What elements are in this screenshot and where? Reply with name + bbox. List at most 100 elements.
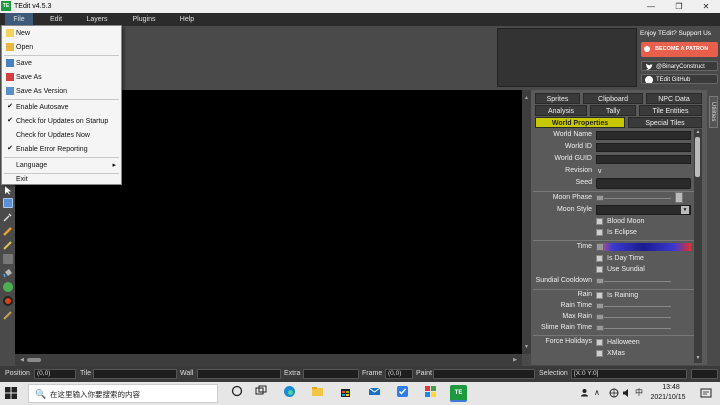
minimap-preview[interactable] — [497, 28, 637, 87]
rain-time-slider[interactable] — [596, 302, 671, 310]
world-name-field[interactable] — [596, 131, 691, 140]
taskbar-search-box[interactable]: 🔍 在这里输入你要搜索的内容 — [28, 384, 218, 403]
tab-npc-data[interactable]: NPC Data — [646, 93, 702, 104]
seed-field[interactable] — [596, 178, 691, 189]
menu-item-enable-autosave[interactable]: ✔ Enable Autosave — [2, 101, 121, 114]
scroll-down-icon[interactable]: ▼ — [523, 343, 530, 351]
moon-phase-stepper[interactable] — [675, 192, 683, 203]
arrow-tool-icon[interactable] — [3, 185, 13, 195]
tab-sprites[interactable]: Sprites — [535, 93, 580, 104]
menu-item-new[interactable]: New — [2, 27, 121, 40]
checkmark-icon: ✔ — [7, 117, 13, 124]
github-label: TEdit GitHub — [656, 77, 691, 83]
tab-tile-entities[interactable]: Tile Entities — [639, 105, 702, 116]
app-check-icon[interactable] — [394, 385, 411, 402]
store-icon[interactable] — [337, 385, 354, 402]
canvas-horizontal-scrollbar[interactable]: ◀ ▶ — [15, 354, 522, 366]
window-title: TEdit v4.5.3 — [14, 3, 52, 10]
menu-item-check-updates-now[interactable]: Check for Updates Now — [2, 129, 121, 142]
revision-label: Revision — [565, 167, 592, 174]
moon-phase-slider[interactable] — [596, 194, 671, 202]
file-explorer-icon[interactable] — [309, 385, 326, 402]
open-folder-icon — [6, 43, 14, 51]
menu-help[interactable]: Help — [176, 13, 198, 26]
tab-special-tiles[interactable]: Special Tiles — [628, 117, 702, 128]
menu-item-open[interactable]: Open — [2, 41, 121, 54]
slime-rain-time-slider[interactable] — [596, 324, 671, 332]
scroll-left-icon[interactable]: ◀ — [18, 356, 26, 364]
world-guid-field[interactable] — [596, 155, 691, 164]
scroll-right-icon[interactable]: ▶ — [511, 356, 519, 364]
tray-chevron-icon[interactable]: ∧ — [594, 388, 600, 398]
tab-clipboard[interactable]: Clipboard — [583, 93, 643, 104]
bucket-tool-icon[interactable] — [3, 268, 13, 278]
network-icon[interactable] — [609, 388, 619, 401]
tile-value — [93, 369, 177, 379]
use-sundial-checkbox[interactable]: Use Sundial — [596, 265, 645, 274]
halloween-checkbox[interactable]: Halloween — [596, 338, 640, 347]
menu-item-language[interactable]: Language ▸ — [2, 159, 121, 172]
xmas-checkbox[interactable]: XMas — [596, 349, 625, 358]
chevron-down-icon: ▼ — [681, 206, 689, 214]
blood-moon-checkbox[interactable]: Blood Moon — [596, 217, 644, 226]
is-day-time-checkbox[interactable]: Is Day Time — [596, 254, 644, 263]
force-holidays-label: Force Holidays — [545, 338, 592, 345]
moon-style-select[interactable]: ▼ — [596, 205, 691, 215]
github-button[interactable]: TEdit GitHub — [641, 74, 718, 84]
selection-tool-icon[interactable] — [3, 198, 13, 208]
properties-scroll-thumb[interactable] — [695, 137, 700, 177]
canvas-vertical-scrollbar[interactable]: ▲ ▼ — [522, 90, 531, 354]
speaker-icon[interactable] — [622, 388, 632, 401]
time-slider[interactable] — [596, 243, 691, 251]
color-app-icon[interactable] — [422, 385, 439, 402]
search-icon: 🔍 — [35, 389, 47, 399]
become-patron-button[interactable]: BECOME A PATRON — [641, 42, 718, 57]
menu-separator — [4, 157, 119, 158]
is-raining-checkbox[interactable]: Is Raining — [596, 291, 638, 300]
horizontal-scroll-thumb[interactable] — [27, 358, 41, 362]
task-view-icon[interactable] — [252, 385, 269, 402]
properties-scrollbar[interactable]: ▲ ▼ — [694, 129, 702, 363]
world-id-field[interactable] — [596, 143, 691, 152]
morph-tool-icon[interactable] — [3, 282, 13, 292]
menu-item-exit[interactable]: Exit — [2, 173, 121, 186]
tedit-app-icon: TE — [1, 1, 11, 11]
picker-tool-icon[interactable] — [3, 212, 13, 222]
eraser-tool-icon[interactable] — [3, 310, 13, 320]
minimize-button[interactable]: — — [637, 0, 665, 13]
scroll-up-icon[interactable]: ▲ — [523, 94, 530, 102]
menu-item-save-as[interactable]: Save As — [2, 71, 121, 84]
is-eclipse-checkbox[interactable]: Is Eclipse — [596, 228, 637, 237]
restore-button[interactable]: ❐ — [665, 0, 693, 13]
tedit-taskbar-icon[interactable]: TE — [450, 385, 467, 402]
menu-item-save[interactable]: Save — [2, 57, 121, 70]
menu-item-save-as-version[interactable]: Save As Version — [2, 85, 121, 98]
tab-world-properties[interactable]: World Properties — [535, 117, 625, 128]
cortana-icon[interactable] — [228, 385, 245, 402]
clock-time[interactable]: 13:48 — [648, 384, 694, 391]
time-slider-thumb[interactable] — [596, 243, 604, 251]
tab-analysis[interactable]: Analysis — [535, 105, 587, 116]
menu-item-check-updates-startup[interactable]: ✔ Check for Updates on Startup — [2, 115, 121, 128]
user-icon[interactable] — [580, 388, 589, 400]
twitter-button[interactable]: @BinaryConstruct — [641, 61, 718, 71]
mail-icon[interactable] — [366, 385, 383, 402]
clock-date[interactable]: 2021/10/15 — [640, 394, 696, 401]
point-tool-icon[interactable] — [3, 296, 13, 306]
tab-tally[interactable]: Tally — [590, 105, 636, 116]
scroll-down-icon[interactable]: ▼ — [694, 355, 702, 362]
menu-item-enable-error-reporting[interactable]: ✔ Enable Error Reporting — [2, 143, 121, 156]
edge-browser-icon[interactable] — [281, 385, 298, 402]
sundial-cooldown-slider[interactable] — [596, 277, 671, 285]
brush-tool-icon[interactable] — [3, 240, 13, 250]
close-button[interactable]: ✕ — [692, 0, 720, 13]
utilities-tab[interactable]: Utilities — [709, 96, 718, 128]
max-rain-slider[interactable] — [596, 313, 671, 321]
sprite-tool-icon[interactable] — [3, 254, 13, 264]
menu-plugins[interactable]: Plugins — [127, 13, 161, 26]
windows-start-icon[interactable] — [4, 386, 20, 401]
wall-label: Wall — [180, 370, 194, 377]
scroll-up-icon[interactable]: ▲ — [694, 129, 702, 136]
pencil-tool-icon[interactable] — [3, 226, 13, 236]
notification-icon[interactable] — [700, 387, 713, 400]
